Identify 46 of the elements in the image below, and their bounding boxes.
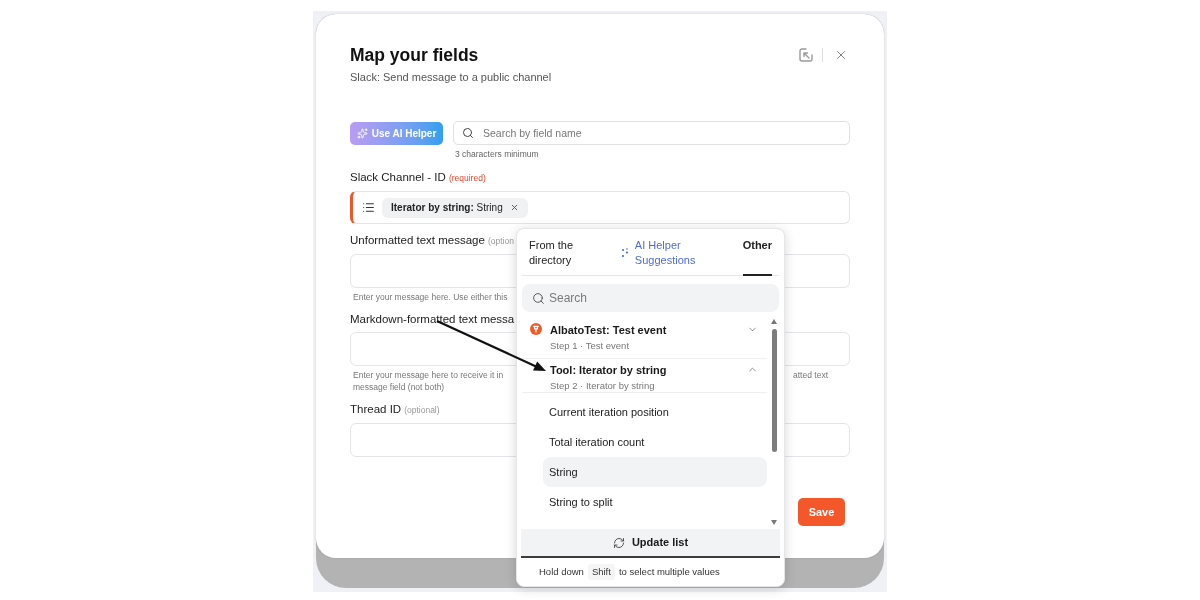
search-field[interactable]: Search <box>522 284 779 312</box>
key-hint: Shift <box>587 563 615 581</box>
group-subtitle: Step 1 · Test event <box>550 339 631 352</box>
search-hint: 3 characters minimum <box>455 148 540 160</box>
group-header[interactable]: AlbatoTest: Test event Step 1 · Test event <box>522 319 767 359</box>
scroll-down-icon[interactable] <box>771 520 777 525</box>
pin-badge-icon <box>530 323 542 335</box>
dialog-subtitle: Slack: Send message to a public channel <box>350 70 553 85</box>
field-label: Markdown-formatted text messa <box>350 312 515 327</box>
group-title: AlbatoTest: Test event <box>550 323 668 337</box>
help-text: atted text <box>793 369 829 381</box>
field-tag: (option <box>487 233 514 249</box>
refresh-icon <box>612 536 625 549</box>
tab[interactable]: From the directory <box>529 229 621 276</box>
footer-text: to select multiple values <box>618 564 720 579</box>
search-icon <box>462 127 474 139</box>
group-subtitle: Step 2 · Iterator by string <box>550 379 656 392</box>
tab[interactable]: Other <box>742 229 772 276</box>
group-title: Tool: Iterator by string <box>550 363 668 377</box>
field-label: Unformatted text message <box>350 233 485 248</box>
help-text: Enter your message here. Use either this <box>352 291 508 303</box>
field-label: Slack Channel - ID <box>350 170 446 185</box>
field-label: Thread ID <box>350 402 402 417</box>
search-icon <box>532 292 545 305</box>
remove-icon[interactable] <box>509 203 519 212</box>
list-item[interactable]: String to split <box>543 487 767 517</box>
scroll-up-icon[interactable] <box>771 319 777 324</box>
sparkle-icon <box>620 248 629 258</box>
sparkle-icon <box>356 127 368 139</box>
list-item[interactable]: String <box>543 457 767 487</box>
mapping-field[interactable]: Iterator by string: String <box>350 191 850 224</box>
dialog-title: Map your fields <box>350 44 479 67</box>
list-item[interactable]: Current iteration position <box>543 397 767 427</box>
help-text: Enter your message here to receive it in message field (not both) <box>352 369 504 393</box>
shrink-icon[interactable] <box>799 48 813 62</box>
tab[interactable]: AI Helper Suggestions <box>620 229 743 276</box>
field-tag: (required) <box>448 170 486 186</box>
footer-text: Hold down <box>539 564 584 579</box>
value-chip[interactable]: Iterator by string: String <box>382 197 528 218</box>
list-item[interactable]: Total iteration count <box>543 427 767 457</box>
list-icon <box>362 201 375 214</box>
field-tag: (optional) <box>404 402 440 418</box>
scrollbar-thumb[interactable] <box>771 329 777 452</box>
close-icon[interactable] <box>834 48 848 62</box>
search-field[interactable]: Search by field name <box>453 121 850 145</box>
update-list-button[interactable]: Update list <box>521 529 780 558</box>
